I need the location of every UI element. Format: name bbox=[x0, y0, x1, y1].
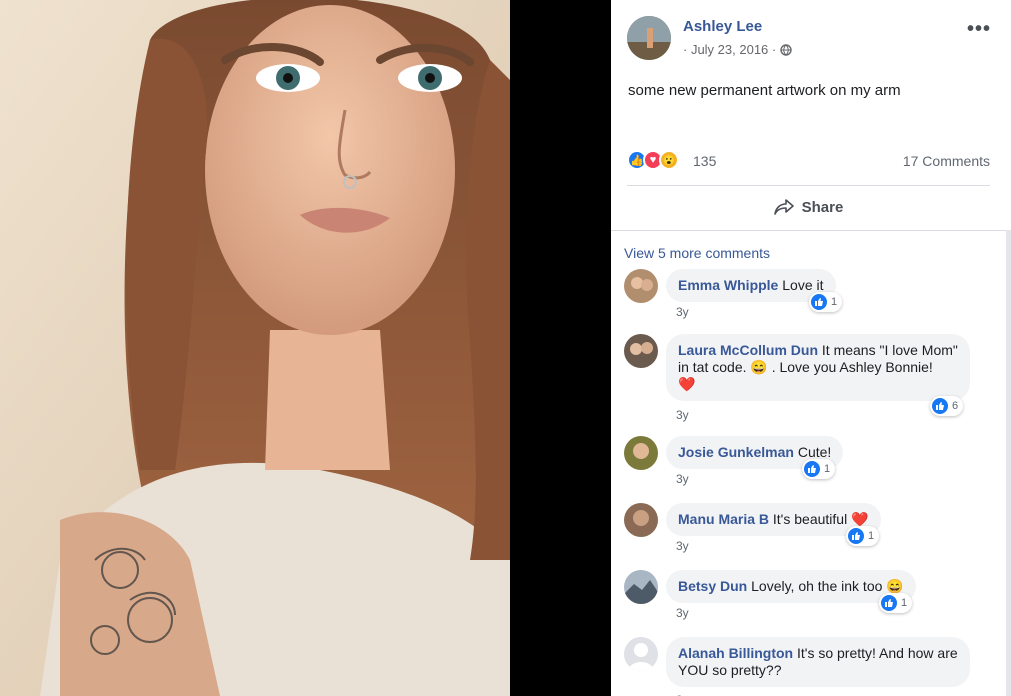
like-icon bbox=[848, 528, 864, 544]
comment-like-badge[interactable]: 1 bbox=[846, 526, 880, 546]
reaction-count[interactable]: 135 bbox=[693, 153, 716, 169]
like-count: 1 bbox=[831, 296, 838, 308]
like-icon bbox=[932, 398, 948, 414]
commenter-avatar[interactable] bbox=[624, 570, 658, 604]
like-count: 6 bbox=[952, 400, 959, 412]
more-options-button[interactable]: ••• bbox=[967, 18, 991, 41]
photo-viewer[interactable] bbox=[0, 0, 611, 696]
view-more-comments-link[interactable]: View 5 more comments bbox=[624, 245, 770, 261]
comment-text: Cute! bbox=[797, 444, 832, 460]
comments-count[interactable]: 17 Comments bbox=[903, 153, 990, 169]
reactions-bar: 👍 ♥ 😮 135 17 Comments bbox=[627, 150, 990, 186]
author-avatar[interactable] bbox=[627, 16, 671, 60]
comment-item: Josie Gunkelman Cute! 1 3y bbox=[624, 436, 994, 496]
share-label: Share bbox=[801, 198, 844, 216]
comment-text: Lovely, oh the ink too 😄 bbox=[751, 578, 904, 594]
comment-time[interactable]: 3y bbox=[676, 472, 689, 486]
comment-item: Emma Whipple Love it 1 3y bbox=[624, 269, 994, 329]
like-count: 1 bbox=[901, 597, 908, 609]
comment-like-badge[interactable]: 1 bbox=[802, 459, 836, 479]
like-count: 1 bbox=[868, 530, 875, 542]
comment-bubble: Alanah Billington It's so pretty! And ho… bbox=[666, 637, 970, 687]
commenter-name[interactable]: Alanah Billington bbox=[678, 645, 793, 661]
commenter-name[interactable]: Laura McCollum Dun bbox=[678, 342, 818, 358]
comment-like-badge[interactable]: 6 bbox=[930, 396, 964, 416]
comment-like-badge[interactable]: 1 bbox=[809, 292, 843, 312]
post-photo bbox=[0, 0, 611, 696]
post-text: some new permanent artwork on my arm bbox=[628, 82, 901, 99]
author-name[interactable]: Ashley Lee bbox=[683, 18, 762, 35]
like-icon bbox=[804, 461, 820, 477]
commenter-avatar[interactable] bbox=[624, 503, 658, 537]
share-icon bbox=[773, 199, 794, 215]
commenter-avatar[interactable] bbox=[624, 637, 658, 671]
comment-text: It's beautiful ❤️ bbox=[772, 511, 869, 527]
commenter-name[interactable]: Josie Gunkelman bbox=[678, 444, 794, 460]
commenter-avatar[interactable] bbox=[624, 334, 658, 368]
post-date[interactable]: · July 23, 2016 · bbox=[683, 42, 776, 57]
commenter-avatar[interactable] bbox=[624, 269, 658, 303]
share-button[interactable]: Share bbox=[627, 187, 990, 227]
globe-icon bbox=[780, 43, 792, 56]
comment-time[interactable]: 3y bbox=[676, 539, 689, 553]
comment-text: It means "I love Mom" bbox=[821, 342, 958, 358]
comment-bubble: Betsy Dun Lovely, oh the ink too 😄 bbox=[666, 570, 916, 603]
post-meta: · July 23, 2016 · bbox=[683, 42, 792, 57]
commenter-avatar[interactable] bbox=[624, 436, 658, 470]
reaction-icons[interactable]: 👍 ♥ 😮 bbox=[627, 150, 679, 170]
comment-text-line-3: ❤️ bbox=[678, 376, 696, 392]
comment-like-badge[interactable]: 1 bbox=[879, 593, 913, 613]
comment-bubble: Laura McCollum Dun It means "I love Mom"… bbox=[666, 334, 970, 401]
like-icon bbox=[811, 294, 827, 310]
comment-time[interactable]: 3y bbox=[676, 305, 689, 319]
like-icon bbox=[881, 595, 897, 611]
commenter-name[interactable]: Manu Maria B bbox=[678, 511, 769, 527]
wow-reaction-icon: 😮 bbox=[659, 150, 679, 170]
comment-time[interactable]: 3y bbox=[676, 408, 689, 422]
commenter-name[interactable]: Emma Whipple bbox=[678, 277, 778, 293]
comment-text: Love it bbox=[782, 277, 824, 293]
post-header: Ashley Lee · July 23, 2016 · ••• bbox=[627, 16, 1011, 60]
comment-text-line-2: in tat code. 😄 . Love you Ashley Bonnie! bbox=[678, 359, 933, 375]
comment-time[interactable]: 3y bbox=[676, 606, 689, 620]
comment-item: Laura McCollum Dun It means "I love Mom"… bbox=[624, 334, 994, 424]
comments-scrollbar[interactable] bbox=[1006, 230, 1011, 696]
comments-section: View 5 more comments Emma Whipple Love i… bbox=[611, 230, 1006, 696]
like-count: 1 bbox=[824, 463, 831, 475]
comment-text: It's so pretty! And how are bbox=[797, 645, 958, 661]
comment-item: Betsy Dun Lovely, oh the ink too 😄 1 3y bbox=[624, 570, 994, 630]
comment-item: Manu Maria B It's beautiful ❤️ 1 3y bbox=[624, 503, 994, 563]
commenter-name[interactable]: Betsy Dun bbox=[678, 578, 747, 594]
post-sidebar: Ashley Lee · July 23, 2016 · ••• some ne… bbox=[611, 0, 1011, 696]
comment-item: Alanah Billington It's so pretty! And ho… bbox=[624, 637, 994, 696]
comment-text-line-2: YOU so pretty?? bbox=[678, 662, 782, 678]
